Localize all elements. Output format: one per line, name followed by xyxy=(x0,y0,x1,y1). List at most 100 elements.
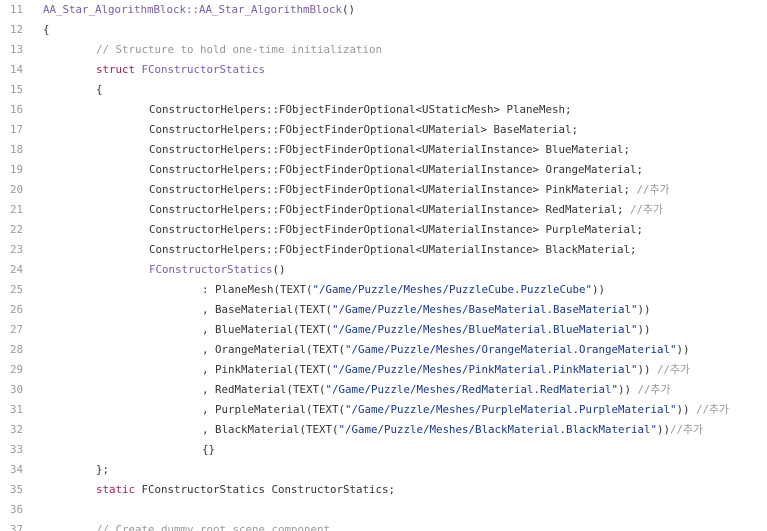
code-viewer: 11 AA_Star_AlgorithmBlock::AA_Star_Algori… xyxy=(0,0,767,531)
code-text: , RedMaterial(TEXT("/Game/Puzzle/Meshes/… xyxy=(202,380,670,400)
line-number: 18 xyxy=(9,143,23,156)
line-number: 28 xyxy=(9,343,23,356)
line-number: 19 xyxy=(9,163,23,176)
code-text: {} xyxy=(202,440,215,460)
comment-token: //추가 xyxy=(636,183,670,196)
code-token: ConstructorHelpers::FObjectFinderOptiona… xyxy=(149,163,644,176)
code-token: , BlackMaterial(TEXT( xyxy=(202,423,339,436)
line-number: 16 xyxy=(9,103,23,116)
line-number: 24 xyxy=(9,263,23,276)
code-token: { xyxy=(43,23,50,36)
line-number: 31 xyxy=(9,403,23,416)
code-token: )) xyxy=(676,403,697,416)
code-text: ConstructorHelpers::FObjectFinderOptiona… xyxy=(149,140,630,160)
code-token: )) xyxy=(637,323,651,336)
code-text: : PlaneMesh(TEXT("/Game/Puzzle/Meshes/Pu… xyxy=(202,280,605,300)
code-token: ConstructorHelpers::FObjectFinderOptiona… xyxy=(149,183,637,196)
code-text: { xyxy=(43,20,50,40)
code-token: , PinkMaterial(TEXT( xyxy=(202,363,333,376)
code-text: static FConstructorStatics ConstructorSt… xyxy=(96,480,395,500)
comment-token: //추가 xyxy=(670,423,703,436)
code-token: ConstructorHelpers::FObjectFinderOptiona… xyxy=(149,103,572,116)
string-token: "/Game/Puzzle/Meshes/PinkMaterial.PinkMa… xyxy=(332,363,638,376)
code-token: , RedMaterial(TEXT( xyxy=(202,383,326,396)
line-number: 22 xyxy=(9,223,23,236)
code-text: , OrangeMaterial(TEXT("/Game/Puzzle/Mesh… xyxy=(202,340,690,360)
code-text: , PinkMaterial(TEXT("/Game/Puzzle/Meshes… xyxy=(202,360,690,380)
code-token: }; xyxy=(96,463,110,476)
code-token: { xyxy=(96,83,103,96)
code-token: ConstructorHelpers::FObjectFinderOptiona… xyxy=(149,123,579,136)
keyword-token: struct xyxy=(96,63,136,76)
line-number: 34 xyxy=(9,463,23,476)
code-token: , BaseMaterial(TEXT( xyxy=(202,303,333,316)
line-number: 23 xyxy=(9,243,23,256)
code-text: // Structure to hold one-time initializa… xyxy=(96,40,382,60)
string-token: "/Game/Puzzle/Meshes/OrangeMaterial.Oran… xyxy=(345,343,677,356)
comment-token: //추가 xyxy=(637,383,671,396)
code-text: }; xyxy=(96,460,109,480)
line-number: 33 xyxy=(9,443,23,456)
line-number: 30 xyxy=(9,383,23,396)
code-token: , PurpleMaterial(TEXT( xyxy=(202,403,346,416)
line-number: 26 xyxy=(9,303,23,316)
code-token: ConstructorHelpers::FObjectFinderOptiona… xyxy=(149,243,637,256)
code-text: ConstructorHelpers::FObjectFinderOptiona… xyxy=(149,240,637,260)
line-number: 15 xyxy=(9,83,23,96)
code-text: ConstructorHelpers::FObjectFinderOptiona… xyxy=(149,200,663,220)
code-token: )) xyxy=(657,423,671,436)
function-token: AA_Star_AlgorithmBlock::AA_Star_Algorith… xyxy=(43,3,343,16)
code-token: FConstructorStatics ConstructorStatics; xyxy=(135,483,396,496)
code-token: ConstructorHelpers::FObjectFinderOptiona… xyxy=(149,223,644,236)
code-text: ConstructorHelpers::FObjectFinderOptiona… xyxy=(149,120,578,140)
line-number: 21 xyxy=(9,203,23,216)
code-token: , BlueMaterial(TEXT( xyxy=(202,323,333,336)
code-text: , BlueMaterial(TEXT("/Game/Puzzle/Meshes… xyxy=(202,320,651,340)
comment-token: //추가 xyxy=(630,203,663,216)
line-number: 29 xyxy=(9,363,23,376)
code-token: )) xyxy=(637,363,658,376)
code-text: FConstructorStatics() xyxy=(149,260,286,280)
string-token: "/Game/Puzzle/Meshes/BlackMaterial.Black… xyxy=(338,423,658,436)
code-token: )) xyxy=(618,383,638,396)
code-token: ConstructorHelpers::FObjectFinderOptiona… xyxy=(149,203,631,216)
code-text: ConstructorHelpers::FObjectFinderOptiona… xyxy=(149,160,643,180)
line-number: 13 xyxy=(9,43,23,56)
line-number: 36 xyxy=(9,503,23,516)
line-number: 37 xyxy=(9,523,23,531)
code-text: ConstructorHelpers::FObjectFinderOptiona… xyxy=(149,220,643,240)
comment-token: // Create dummy root scene component xyxy=(96,523,331,531)
string-token: "/Game/Puzzle/Meshes/PuzzleCube.PuzzleCu… xyxy=(312,283,593,296)
code-token: ConstructorHelpers::FObjectFinderOptiona… xyxy=(149,143,631,156)
line-number: 32 xyxy=(9,423,23,436)
string-token: "/Game/Puzzle/Meshes/PurpleMaterial.Purp… xyxy=(345,403,677,416)
code-text: ConstructorHelpers::FObjectFinderOptiona… xyxy=(149,100,572,120)
code-text: AA_Star_AlgorithmBlock::AA_Star_Algorith… xyxy=(43,0,355,20)
code-token: () xyxy=(342,3,356,16)
code-text: , BaseMaterial(TEXT("/Game/Puzzle/Meshes… xyxy=(202,300,651,320)
comment-token: // Structure to hold one-time initializa… xyxy=(96,43,383,56)
code-token: )) xyxy=(676,343,690,356)
line-number: 27 xyxy=(9,323,23,336)
code-token: )) xyxy=(592,283,606,296)
line-number: 11 xyxy=(9,3,23,16)
line-number: 14 xyxy=(9,63,23,76)
string-token: "/Game/Puzzle/Meshes/RedMaterial.RedMate… xyxy=(325,383,619,396)
line-number: 25 xyxy=(9,283,23,296)
line-number: 12 xyxy=(9,23,23,36)
code-text: { xyxy=(96,80,103,100)
string-token: "/Game/Puzzle/Meshes/BaseMaterial.BaseMa… xyxy=(332,303,638,316)
code-text: , BlackMaterial(TEXT("/Game/Puzzle/Meshe… xyxy=(202,420,703,440)
code-text: // Create dummy root scene component xyxy=(96,520,330,531)
string-token: "/Game/Puzzle/Meshes/BlueMaterial.BlueMa… xyxy=(332,323,638,336)
line-number: 17 xyxy=(9,123,23,136)
code-token: {} xyxy=(202,443,216,456)
code-text: ConstructorHelpers::FObjectFinderOptiona… xyxy=(149,180,669,200)
code-token: () xyxy=(272,263,286,276)
keyword-token: static xyxy=(96,483,136,496)
function-token: FConstructorStatics xyxy=(149,263,273,276)
comment-token: //추가 xyxy=(696,403,729,416)
code-token: , OrangeMaterial(TEXT( xyxy=(202,343,346,356)
line-number: 35 xyxy=(9,483,23,496)
function-token: FConstructorStatics xyxy=(141,63,266,76)
